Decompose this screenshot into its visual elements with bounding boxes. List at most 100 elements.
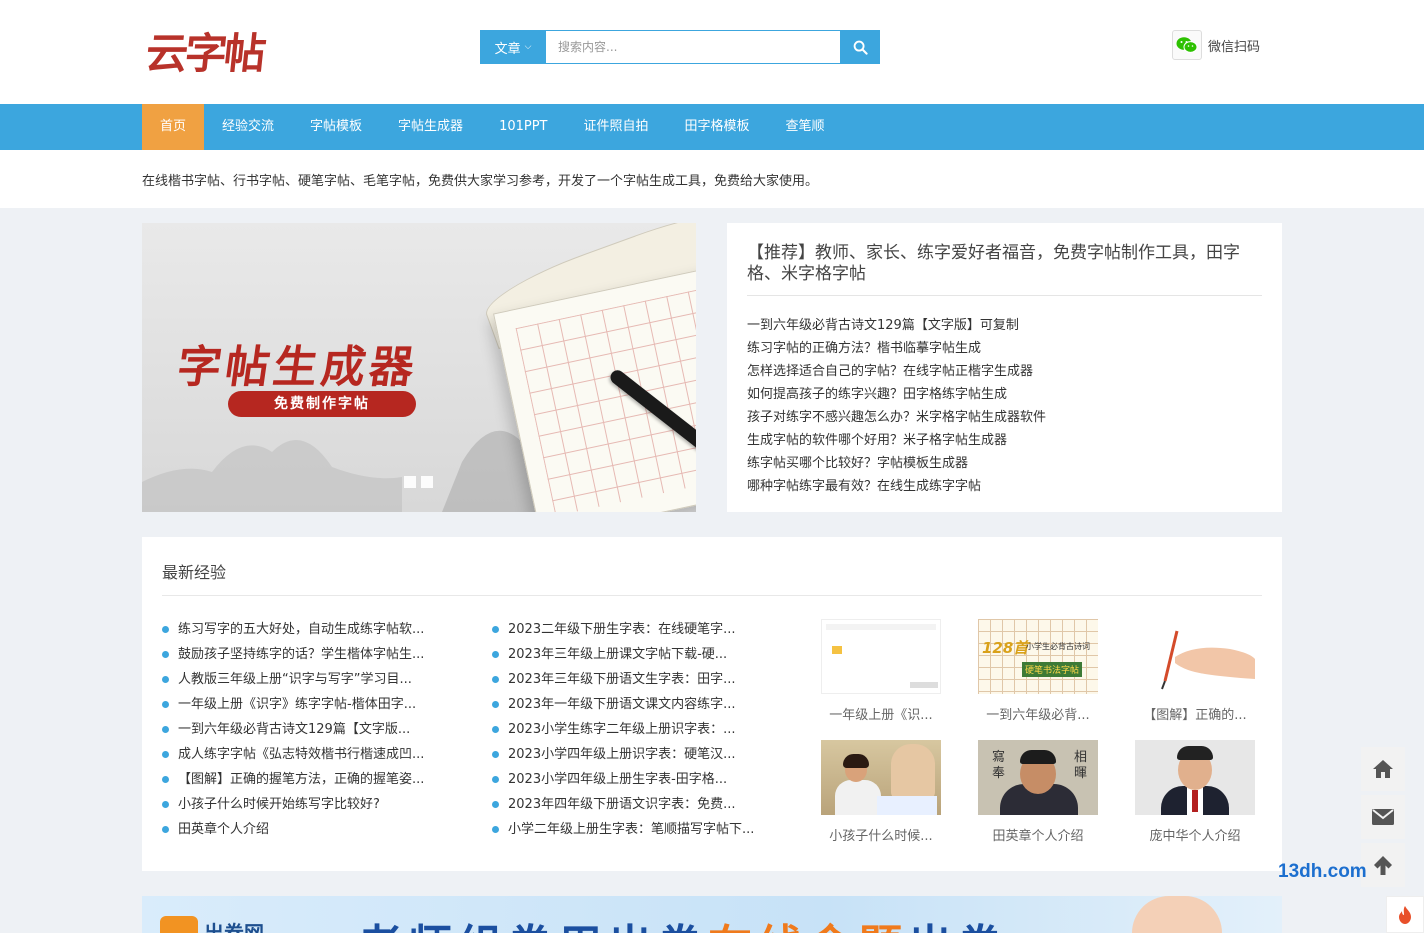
slider-dot-2[interactable] bbox=[421, 476, 433, 488]
thumb-image bbox=[821, 740, 941, 815]
recommend-item[interactable]: 如何提高孩子的练字兴趣？田字格练字帖生成 bbox=[747, 385, 1046, 408]
list-item-label: 小学二年级上册生字表：笔顺描写字帖下... bbox=[508, 821, 755, 837]
search-button[interactable] bbox=[840, 30, 880, 64]
list-item[interactable]: 2023年三年级下册语文生字表：田字... bbox=[492, 667, 754, 692]
recommend-item[interactable]: 练习字帖的正确方法？楷书临摹字帖生成 bbox=[747, 339, 1046, 362]
search-icon bbox=[853, 40, 868, 55]
search-input[interactable] bbox=[546, 30, 840, 64]
back-to-top-button[interactable] bbox=[1361, 843, 1405, 887]
ad-banner[interactable]: 出卷网 老师组卷用出卷在线命题出卷 bbox=[142, 896, 1282, 933]
search-category-label: 文章 bbox=[494, 41, 521, 57]
nav-item-generator[interactable]: 字帖生成器 bbox=[380, 104, 481, 150]
thumb-card[interactable]: 小孩子什么时候... bbox=[821, 740, 941, 844]
nav-item-templates[interactable]: 字帖模板 bbox=[292, 104, 380, 150]
list-item[interactable]: 【图解】正确的握笔方法，正确的握笔姿... bbox=[162, 767, 424, 792]
section-title: 最新经验 bbox=[162, 563, 227, 582]
list-item[interactable]: 鼓励孩子坚持练字的话？学生楷体字帖生... bbox=[162, 642, 424, 667]
slider-dot-1[interactable] bbox=[404, 476, 416, 488]
header: 云字帖 文章 ⌵ 微信扫码 bbox=[0, 0, 1424, 104]
thumb-card[interactable]: 一年级上册《识... bbox=[821, 619, 941, 723]
list-item-label: 2023年四年级下册语文识字表：免费... bbox=[508, 796, 736, 812]
search-category-dropdown[interactable]: 文章 ⌵ bbox=[480, 30, 546, 64]
thumb-card[interactable]: 【图解】正确的... bbox=[1135, 619, 1255, 723]
list-item[interactable]: 2023小学四年级上册识字表：硬笔汉... bbox=[492, 742, 754, 767]
thumb-image bbox=[821, 619, 941, 694]
list-item[interactable]: 2023年三年级上册课文字帖下载-硬... bbox=[492, 642, 754, 667]
list-item[interactable]: 小孩子什么时候开始练写字比较好? bbox=[162, 792, 424, 817]
bullet-icon bbox=[162, 776, 169, 783]
list-item-label: 2023年一年级下册语文课文内容练字... bbox=[508, 696, 736, 712]
latest-list-left: 练习写字的五大好处，自动生成练字帖软... 鼓励孩子坚持练字的话？学生楷体字帖生… bbox=[162, 617, 424, 842]
list-item-label: 练习写字的五大好处，自动生成练字帖软... bbox=[178, 621, 425, 637]
list-item[interactable]: 2023二年级下册生字表：在线硬笔字... bbox=[492, 617, 754, 642]
list-item-label: 成人练字字帖《弘志特效楷书行楷速成凹... bbox=[178, 746, 425, 762]
list-item-label: 田英章个人介绍 bbox=[178, 821, 270, 837]
thumb-image bbox=[1135, 740, 1255, 815]
list-item[interactable]: 人教版三年级上册“识字与写字”学习目... bbox=[162, 667, 424, 692]
list-item[interactable]: 2023小学四年级上册生字表-田字格... bbox=[492, 767, 754, 792]
bullet-icon bbox=[492, 626, 499, 633]
nav-item-101ppt[interactable]: 101PPT bbox=[481, 104, 565, 150]
list-item[interactable]: 小学二年级上册生字表：笔顺描写字帖下... bbox=[492, 817, 754, 842]
arrow-up-icon bbox=[1374, 856, 1392, 875]
fire-button[interactable] bbox=[1386, 896, 1424, 933]
chevron-down-icon: ⌵ bbox=[524, 42, 532, 52]
thumb-image bbox=[1135, 619, 1255, 694]
bullet-icon bbox=[162, 726, 169, 733]
thumb-card[interactable]: 庞中华个人介绍 bbox=[1135, 740, 1255, 844]
email-button[interactable] bbox=[1361, 795, 1405, 839]
ad-logo-text: 出卷网 bbox=[204, 920, 264, 933]
list-item[interactable]: 成人练字字帖《弘志特效楷书行楷速成凹... bbox=[162, 742, 424, 767]
list-item-label: 2023二年级下册生字表：在线硬笔字... bbox=[508, 621, 736, 637]
banner-slider[interactable]: 字帖生成器 免费制作字帖 bbox=[142, 223, 696, 512]
divider bbox=[747, 295, 1262, 296]
site-logo[interactable]: 云字帖 bbox=[143, 26, 269, 82]
nav-item-id-photo[interactable]: 证件照自拍 bbox=[566, 104, 667, 150]
recommend-item[interactable]: 练字帖买哪个比较好？字帖模板生成器 bbox=[747, 454, 1046, 477]
nav-item-experience[interactable]: 经验交流 bbox=[204, 104, 292, 150]
thumb-badge-sub: 硬笔书法字帖 bbox=[1022, 662, 1083, 677]
nav-item-stroke-order[interactable]: 查笔顺 bbox=[768, 104, 843, 150]
list-item[interactable]: 2023年四年级下册语文识字表：免费... bbox=[492, 792, 754, 817]
bullet-icon bbox=[162, 751, 169, 758]
list-item[interactable]: 练习写字的五大好处，自动生成练字帖软... bbox=[162, 617, 424, 642]
divider bbox=[162, 595, 1262, 596]
recommend-item[interactable]: 孩子对练字不感兴趣怎么办？米字格字帖生成器软件 bbox=[747, 408, 1046, 431]
list-item-label: 2023小学四年级上册生字表-田字格... bbox=[508, 771, 728, 787]
fire-icon bbox=[1399, 905, 1411, 924]
nav-item-grid-template[interactable]: 田字格模板 bbox=[667, 104, 768, 150]
ad-logo: 出卷网 bbox=[160, 916, 264, 933]
calligraphy-left: 寫奉 bbox=[992, 750, 1006, 781]
thumb-card[interactable]: 寫奉 相暉 田英章个人介绍 bbox=[978, 740, 1098, 844]
bullet-icon bbox=[492, 676, 499, 683]
home-icon bbox=[1373, 760, 1393, 778]
nav-item-home[interactable]: 首页 bbox=[142, 104, 205, 150]
bullet-icon bbox=[162, 626, 169, 633]
thumb-caption: 田英章个人介绍 bbox=[992, 829, 1084, 844]
recommend-item[interactable]: 生成字帖的软件哪个好用？米子格字帖生成器 bbox=[747, 431, 1046, 454]
list-item-label: 2023年三年级下册语文生字表：田字... bbox=[508, 671, 736, 687]
list-item[interactable]: 2023小学生练字二年级上册识字表：... bbox=[492, 717, 754, 742]
list-item-label: 【图解】正确的握笔方法，正确的握笔姿... bbox=[178, 771, 425, 787]
recommend-item[interactable]: 怎样选择适合自己的字帖？在线字帖正楷字生成器 bbox=[747, 362, 1046, 385]
thumb-badge-note: 小学生必背古诗词 bbox=[1026, 642, 1090, 651]
wechat-scan-button[interactable]: 微信扫码 bbox=[1172, 30, 1260, 60]
bullet-icon bbox=[492, 651, 499, 658]
recommend-item[interactable]: 一到六年级必背古诗文129篇【文字版】可复制 bbox=[747, 316, 1046, 339]
ad-figure bbox=[1132, 896, 1222, 933]
list-item[interactable]: 田英章个人介绍 bbox=[162, 817, 424, 842]
recommend-item[interactable]: 哪种字帖练字最有效？在线生成练字字帖 bbox=[747, 477, 1046, 500]
list-item[interactable]: 一年级上册《识字》练字字帖-楷体田字... bbox=[162, 692, 424, 717]
mail-icon bbox=[1372, 809, 1394, 825]
thumb-image: 128首 小学生必背古诗词 硬笔书法字帖 bbox=[978, 619, 1098, 694]
recommend-panel: 【推荐】教师、家长、练字爱好者福音，免费字帖制作工具，田字格、米字格字帖 一到六… bbox=[727, 223, 1282, 512]
home-button[interactable] bbox=[1361, 747, 1405, 791]
list-item[interactable]: 2023年一年级下册语文课文内容练字... bbox=[492, 692, 754, 717]
list-item-label: 人教版三年级上册“识字与写字”学习目... bbox=[178, 671, 412, 687]
recommend-title[interactable]: 【推荐】教师、家长、练字爱好者福音，免费字帖制作工具，田字格、米字格字帖 bbox=[747, 243, 1262, 285]
list-item[interactable]: 一到六年级必背古诗文129篇【文字版... bbox=[162, 717, 424, 742]
list-item-label: 鼓励孩子坚持练字的话？学生楷体字帖生... bbox=[178, 646, 425, 662]
thumb-card[interactable]: 128首 小学生必背古诗词 硬笔书法字帖 一到六年级必背... bbox=[978, 619, 1098, 723]
bullet-icon bbox=[492, 801, 499, 808]
bullet-icon bbox=[492, 726, 499, 733]
